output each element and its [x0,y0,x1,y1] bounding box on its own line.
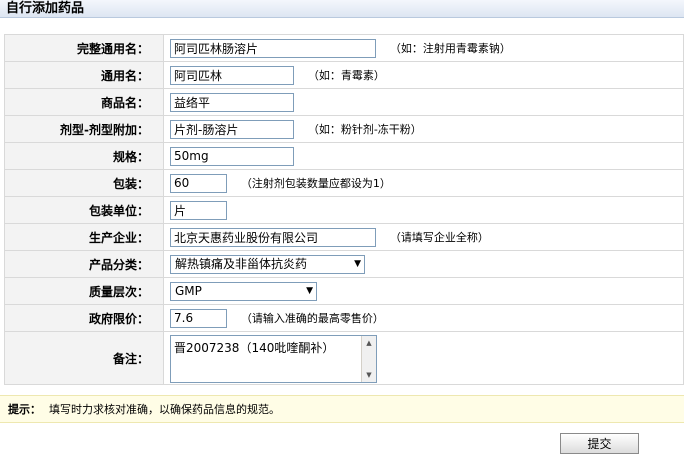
dosage-form-input[interactable] [170,119,294,139]
price-label: 政府限价： [4,304,164,332]
form-row-trade-name: 商品名： [4,88,684,116]
price-hint: （请输入准确的最高零售价） [240,312,384,325]
generic-name-input[interactable] [170,65,294,85]
generic-name-hint: （如：青霉素） [307,69,385,82]
spec-label: 规格： [4,142,164,170]
tip-bar: 提示： 填写时力求核对准确，以确保药品信息的规范。 [0,395,684,423]
quality-label: 质量层次： [4,277,164,305]
submit-button[interactable]: 提交 [560,433,639,454]
tip-text: 填写时力求核对准确，以确保药品信息的规范。 [49,403,280,416]
generic-name-label: 通用名： [4,61,164,89]
quality-selected-value: GMP [175,283,202,298]
form-row-package-unit: 包装单位： [4,196,684,224]
chevron-down-icon: ▼ [306,285,313,296]
manufacturer-input[interactable] [170,227,376,247]
category-selected-value: 解热镇痛及非甾体抗炎药 [175,256,308,271]
tip-label: 提示： [8,403,41,416]
category-select[interactable]: 解热镇痛及非甾体抗炎药 ▼ [170,254,365,274]
full-name-label: 完整通用名： [4,34,164,62]
form-row-spec: 规格： [4,142,684,170]
quality-select[interactable]: GMP ▼ [170,281,317,301]
manufacturer-hint: （请填写企业全称） [389,231,489,244]
form-row-full-name: 完整通用名： （如：注射用青霉素钠） [4,34,684,62]
chevron-down-icon: ▼ [354,258,361,269]
remark-scrollbar[interactable]: ▲ ▼ [361,336,376,382]
remark-textarea[interactable]: 晋2007238（140吡喹酮补） ▲ ▼ [170,335,377,383]
form-row-package: 包装： （注射剂包装数量应都设为1） [4,169,684,197]
price-input[interactable] [170,308,227,328]
manufacturer-label: 生产企业： [4,223,164,251]
dosage-form-hint: （如：粉针剂-冻干粉） [307,123,422,136]
form-row-remark: 备注： 晋2007238（140吡喹酮补） ▲ ▼ [4,331,684,385]
package-hint: （注射剂包装数量应都设为1） [240,177,391,190]
form-row-price: 政府限价： （请输入准确的最高零售价） [4,304,684,332]
remark-text: 晋2007238（140吡喹酮补） [174,341,335,355]
full-name-hint: （如：注射用青霉素钠） [389,42,511,55]
spec-input[interactable] [170,146,294,166]
category-label: 产品分类： [4,250,164,278]
page-title: 自行添加药品 [0,0,684,18]
trade-name-input[interactable] [170,92,294,112]
scroll-down-icon[interactable]: ▼ [362,368,376,382]
form-row-category: 产品分类： 解热镇痛及非甾体抗炎药 ▼ [4,250,684,278]
form-row-dosage-form: 剂型-剂型附加： （如：粉针剂-冻干粉） [4,115,684,143]
full-name-input[interactable] [170,38,376,58]
form-row-generic-name: 通用名： （如：青霉素） [4,61,684,89]
dosage-form-label: 剂型-剂型附加： [4,115,164,143]
package-label: 包装： [4,169,164,197]
form-row-quality: 质量层次： GMP ▼ [4,277,684,305]
scroll-up-icon[interactable]: ▲ [362,336,376,350]
remark-label: 备注： [4,331,164,385]
package-unit-label: 包装单位： [4,196,164,224]
trade-name-label: 商品名： [4,88,164,116]
drug-form: 完整通用名： （如：注射用青霉素钠） 通用名： （如：青霉素） 商品名： 剂型-… [4,34,684,385]
package-input[interactable] [170,173,227,193]
form-row-manufacturer: 生产企业： （请填写企业全称） [4,223,684,251]
package-unit-input[interactable] [170,200,227,220]
